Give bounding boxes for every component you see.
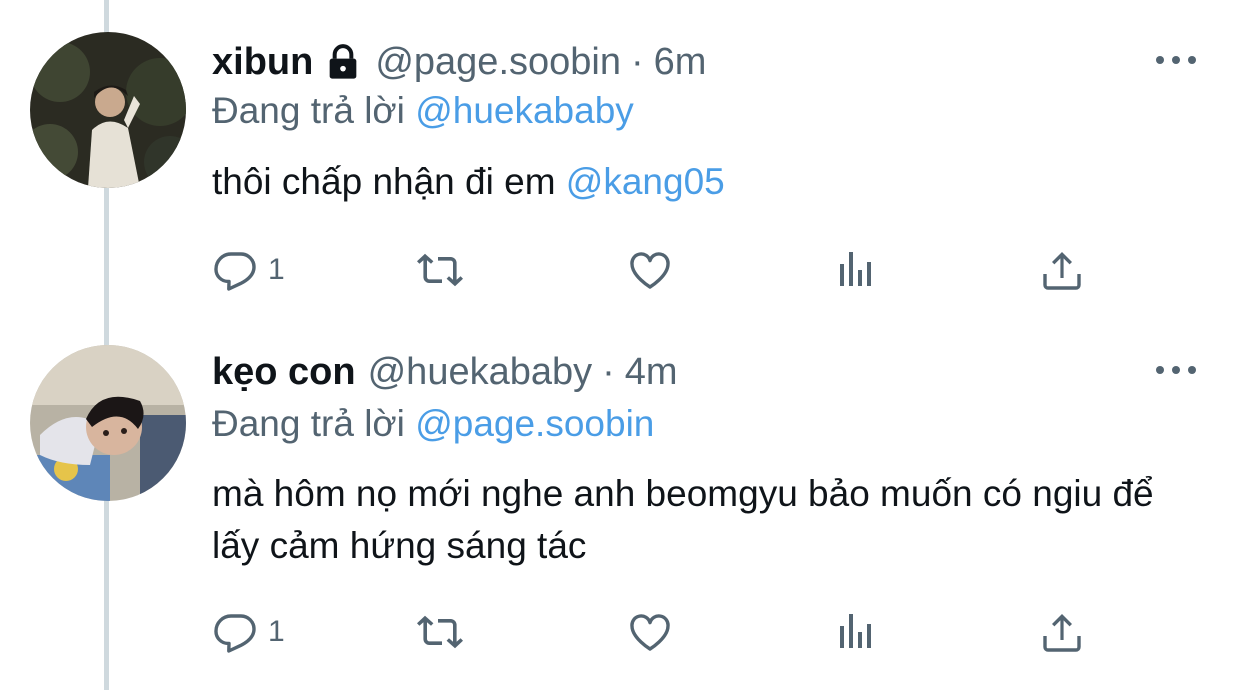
- reply-icon: [214, 614, 256, 653]
- lock-icon: [323, 42, 363, 82]
- heart-icon: [630, 252, 670, 289]
- tweet-mention[interactable]: @kang05: [566, 161, 725, 202]
- timestamp[interactable]: 4m: [625, 351, 678, 394]
- reply-count: 1: [268, 615, 285, 648]
- share-button[interactable]: [1038, 602, 1086, 662]
- display-name[interactable]: kẹo con: [212, 351, 356, 394]
- tweet-text-content: mà hôm nọ mới nghe anh beomgyu bảo muốn …: [212, 473, 1154, 566]
- retweet-icon: [417, 253, 463, 287]
- tweet-text-content: thôi chấp nhận đi em: [212, 161, 556, 202]
- reply-to-mention[interactable]: @page.soobin: [415, 403, 654, 444]
- retweet-button[interactable]: [416, 240, 464, 300]
- like-button[interactable]: [626, 240, 674, 300]
- replying-to-label: Đang trả lời: [212, 403, 405, 444]
- tweet-text: thôi chấp nhận đi em @kang05: [212, 156, 1192, 208]
- tweet[interactable]: kẹo con @huekababy · 4m Đang trả lời @pa…: [0, 340, 1236, 690]
- reply-button[interactable]: 1: [212, 602, 285, 662]
- avatar[interactable]: [30, 32, 186, 188]
- tweet[interactable]: xibun @page.soobin · 6m Đang trả lời @hu…: [0, 0, 1236, 340]
- reply-button[interactable]: 1: [212, 240, 285, 300]
- share-icon: [1043, 614, 1081, 652]
- heart-icon: [630, 614, 670, 651]
- avatar[interactable]: [30, 345, 186, 501]
- like-button[interactable]: [626, 602, 674, 662]
- reply-icon: [214, 252, 256, 291]
- views-icon: [840, 252, 871, 286]
- views-button[interactable]: [832, 602, 880, 662]
- retweet-icon: [417, 615, 463, 649]
- timestamp[interactable]: 6m: [654, 41, 707, 84]
- retweet-button[interactable]: [416, 602, 464, 662]
- display-name[interactable]: xibun: [212, 41, 313, 84]
- more-options-icon[interactable]: [1156, 50, 1196, 70]
- handle[interactable]: @huekababy: [368, 351, 593, 394]
- replying-to: Đang trả lời @page.soobin: [212, 403, 654, 445]
- share-button[interactable]: [1038, 240, 1086, 300]
- tweet-header: kẹo con @huekababy · 4m: [212, 347, 678, 397]
- handle[interactable]: @page.soobin: [375, 41, 621, 84]
- views-icon: [840, 614, 871, 648]
- share-icon: [1043, 252, 1081, 290]
- replying-to-label: Đang trả lời: [212, 90, 405, 131]
- avatar-image: [30, 345, 186, 501]
- reply-to-mention[interactable]: @huekababy: [415, 90, 634, 131]
- separator-dot: ·: [602, 350, 615, 393]
- tweet-header: xibun @page.soobin · 6m: [212, 37, 706, 87]
- more-options-icon[interactable]: [1156, 360, 1196, 380]
- separator-dot: ·: [630, 40, 644, 83]
- reply-count: 1: [268, 253, 285, 286]
- tweet-text: mà hôm nọ mới nghe anh beomgyu bảo muốn …: [212, 468, 1192, 572]
- views-button[interactable]: [832, 240, 880, 300]
- avatar-image: [30, 32, 186, 188]
- replying-to: Đang trả lời @huekababy: [212, 90, 634, 132]
